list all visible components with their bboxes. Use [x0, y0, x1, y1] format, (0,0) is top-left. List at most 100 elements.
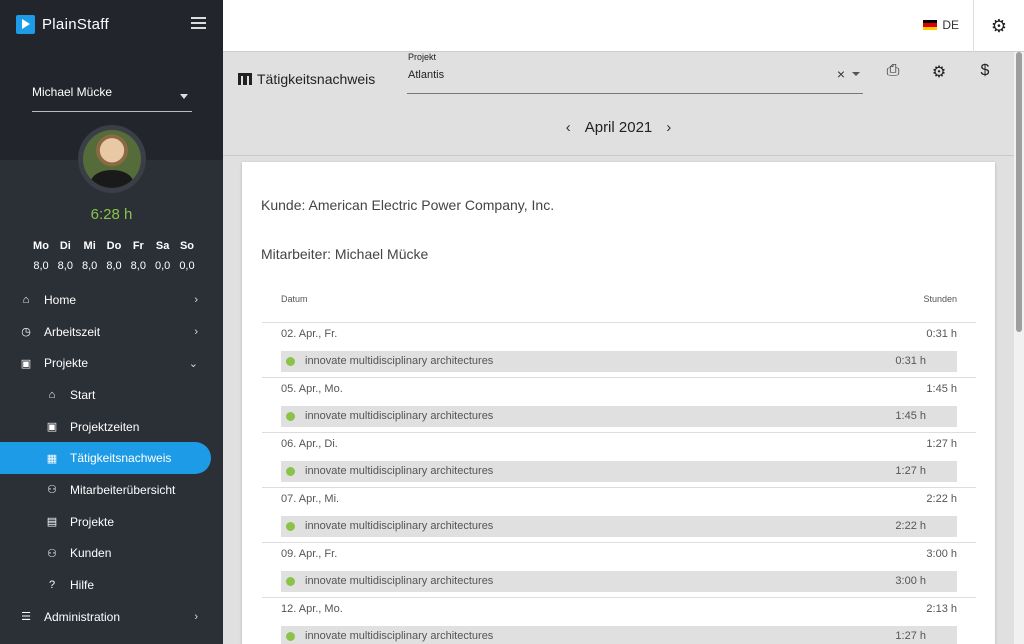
sidebar-item-label: Tätigkeitsnachweis — [70, 451, 172, 466]
briefcase-icon: ▤ — [46, 516, 58, 529]
activity-entry[interactable]: innovate multidisciplinary architectures… — [281, 351, 957, 372]
chevron-right-icon: › — [194, 325, 198, 338]
week-day-label: Fr — [132, 240, 144, 252]
project-select[interactable]: Projekt Atlantis × — [407, 52, 863, 94]
activity-description: innovate multidisciplinary architectures — [305, 465, 494, 477]
activity-entry[interactable]: innovate multidisciplinary architectures… — [281, 406, 957, 427]
row-total: 2:13 h — [926, 603, 957, 615]
report-rows: 02. Apr., Fr. 0:31 h innovate multidiscipl… — [262, 322, 976, 644]
help-icon: ? — [48, 579, 56, 592]
month-navigation: ‹ April 2021 › — [223, 119, 1014, 136]
activity-entry[interactable]: innovate multidisciplinary architectures… — [281, 461, 957, 482]
sidebar-item-label: Projekte — [44, 356, 89, 371]
topbar: DE ⚙ — [223, 0, 1024, 52]
week-day-label: Sa — [155, 240, 170, 252]
table-icon: ▦ — [46, 452, 58, 465]
activity-description: innovate multidisciplinary architectures — [305, 355, 494, 367]
status-dot-icon — [286, 357, 295, 366]
sidebar-item-kunden[interactable]: ⚇ Kunden — [0, 538, 223, 570]
activity-description: innovate multidisciplinary architectures — [305, 410, 494, 422]
row-total: 1:27 h — [926, 438, 957, 450]
sidebar-item-label: Home — [44, 292, 77, 307]
sidebar-item-start[interactable]: ⌂ Start — [0, 379, 223, 411]
week-day-label: So — [179, 240, 194, 252]
row-date: 02. Apr., Fr. — [281, 328, 338, 340]
activity-hours: 2:22 h — [895, 520, 926, 532]
sidebar: PlainStaff Michael Mücke 6:28 h Mo Di Mi Do… — [0, 0, 223, 644]
sidebar-item-administration[interactable]: ☰ Administration › — [0, 601, 223, 633]
activity-entry[interactable]: innovate multidisciplinary architectures… — [281, 626, 957, 644]
language-label: DE — [942, 18, 959, 32]
table-row: 07. Apr., Mi. 2:22 h innovate multidiscipl… — [262, 487, 976, 542]
menu-icon[interactable] — [191, 17, 206, 29]
home-icon: ⌂ — [48, 388, 56, 401]
row-date: 06. Apr., Di. — [281, 438, 338, 450]
table-row: 02. Apr., Fr. 0:31 h innovate multidiscipl… — [262, 322, 976, 377]
avatar — [78, 125, 146, 193]
customer-line: Kunde: American Electric Power Company, … — [261, 197, 555, 213]
row-total: 1:45 h — [926, 383, 957, 395]
home-icon: ⌂ — [22, 293, 30, 306]
plainstaff-logo-icon — [16, 15, 35, 34]
week-day-hours: 8,0 — [130, 260, 146, 272]
divider — [973, 0, 974, 52]
activity-hours: 0:31 h — [895, 355, 926, 367]
print-icon[interactable]: ⎙ — [883, 62, 903, 82]
sidebar-item-mitarbeiteruebersicht[interactable]: ⚇ Mitarbeiterübersicht — [0, 474, 223, 506]
sidebar-item-label: Kunden — [70, 546, 112, 561]
people-icon: ⚇ — [47, 484, 57, 497]
table-icon — [238, 73, 252, 85]
gear-icon[interactable]: ⚙ — [929, 62, 949, 82]
chevron-left-icon[interactable]: ‹ — [566, 119, 571, 136]
report-card: Kunde: American Electric Power Company, … — [242, 162, 995, 644]
dollar-icon[interactable]: $ — [975, 62, 995, 82]
row-date: 05. Apr., Mo. — [281, 383, 343, 395]
gear-icon[interactable]: ⚙ — [991, 16, 1007, 37]
user-select[interactable]: Michael Mücke — [32, 82, 192, 112]
activity-description: innovate multidisciplinary architectures — [305, 520, 494, 532]
chevron-right-icon[interactable]: › — [666, 119, 671, 136]
status-dot-icon — [286, 522, 295, 531]
row-date: 09. Apr., Fr. — [281, 548, 338, 560]
activity-description: innovate multidisciplinary architectures — [305, 630, 494, 642]
chevron-down-icon: ⌄ — [188, 358, 198, 371]
clear-icon[interactable]: × — [837, 66, 845, 82]
sidebar-item-projekte-group[interactable]: ▣ Projekte ⌄ — [0, 347, 223, 379]
app-name: PlainStaff — [42, 16, 109, 33]
sidebar-item-projektzeiten[interactable]: ▣ Projektzeiten — [0, 411, 223, 443]
column-header-stunden: Stunden — [923, 294, 957, 304]
sidebar-item-taetigkeitsnachweis[interactable]: ▦ Tätigkeitsnachweis — [0, 442, 211, 475]
row-date: 12. Apr., Mo. — [281, 603, 343, 615]
scrollbar[interactable] — [1014, 52, 1024, 644]
page-header: Tätigkeitsnachweis Projekt Atlantis × ⎙ … — [223, 52, 1014, 156]
clock-icon: ◷ — [21, 326, 31, 339]
dropdown-arrow-icon[interactable] — [852, 72, 860, 76]
page-title: Tätigkeitsnachweis — [238, 71, 375, 87]
sidebar-item-label: Projektzeiten — [70, 419, 140, 434]
sidebar-item-label: Mitarbeiterübersicht — [70, 482, 176, 497]
sidebar-item-label: Hilfe — [70, 578, 95, 593]
sidebar-item-projekte[interactable]: ▤ Projekte — [0, 506, 223, 538]
status-dot-icon — [286, 412, 295, 421]
chevron-right-icon: › — [194, 294, 198, 306]
week-day-hours: 8,0 — [106, 260, 122, 272]
page-title-text: Tätigkeitsnachweis — [257, 71, 376, 87]
scrollbar-thumb[interactable] — [1016, 52, 1022, 332]
current-month: April 2021 — [584, 119, 653, 136]
row-total: 0:31 h — [926, 328, 957, 340]
brand[interactable]: PlainStaff — [16, 15, 109, 34]
project-value: Atlantis — [408, 69, 445, 81]
sidebar-item-hilfe[interactable]: ? Hilfe — [0, 569, 223, 601]
activity-entry[interactable]: innovate multidisciplinary architectures… — [281, 516, 957, 537]
activity-entry[interactable]: innovate multidisciplinary architectures… — [281, 571, 957, 592]
activity-hours: 1:27 h — [895, 630, 926, 642]
status-dot-icon — [286, 577, 295, 586]
german-flag-icon — [923, 20, 938, 30]
sidebar-item-home[interactable]: ⌂ Home › — [0, 284, 223, 316]
time-total: 6:28 h — [90, 206, 133, 223]
week-day-label: Mi — [83, 240, 96, 252]
language-switcher[interactable]: DE — [923, 18, 959, 32]
activity-hours: 1:45 h — [895, 410, 926, 422]
activity-description: innovate multidisciplinary architectures — [305, 575, 494, 587]
sidebar-item-arbeitszeit[interactable]: ◷ Arbeitszeit › — [0, 316, 223, 348]
